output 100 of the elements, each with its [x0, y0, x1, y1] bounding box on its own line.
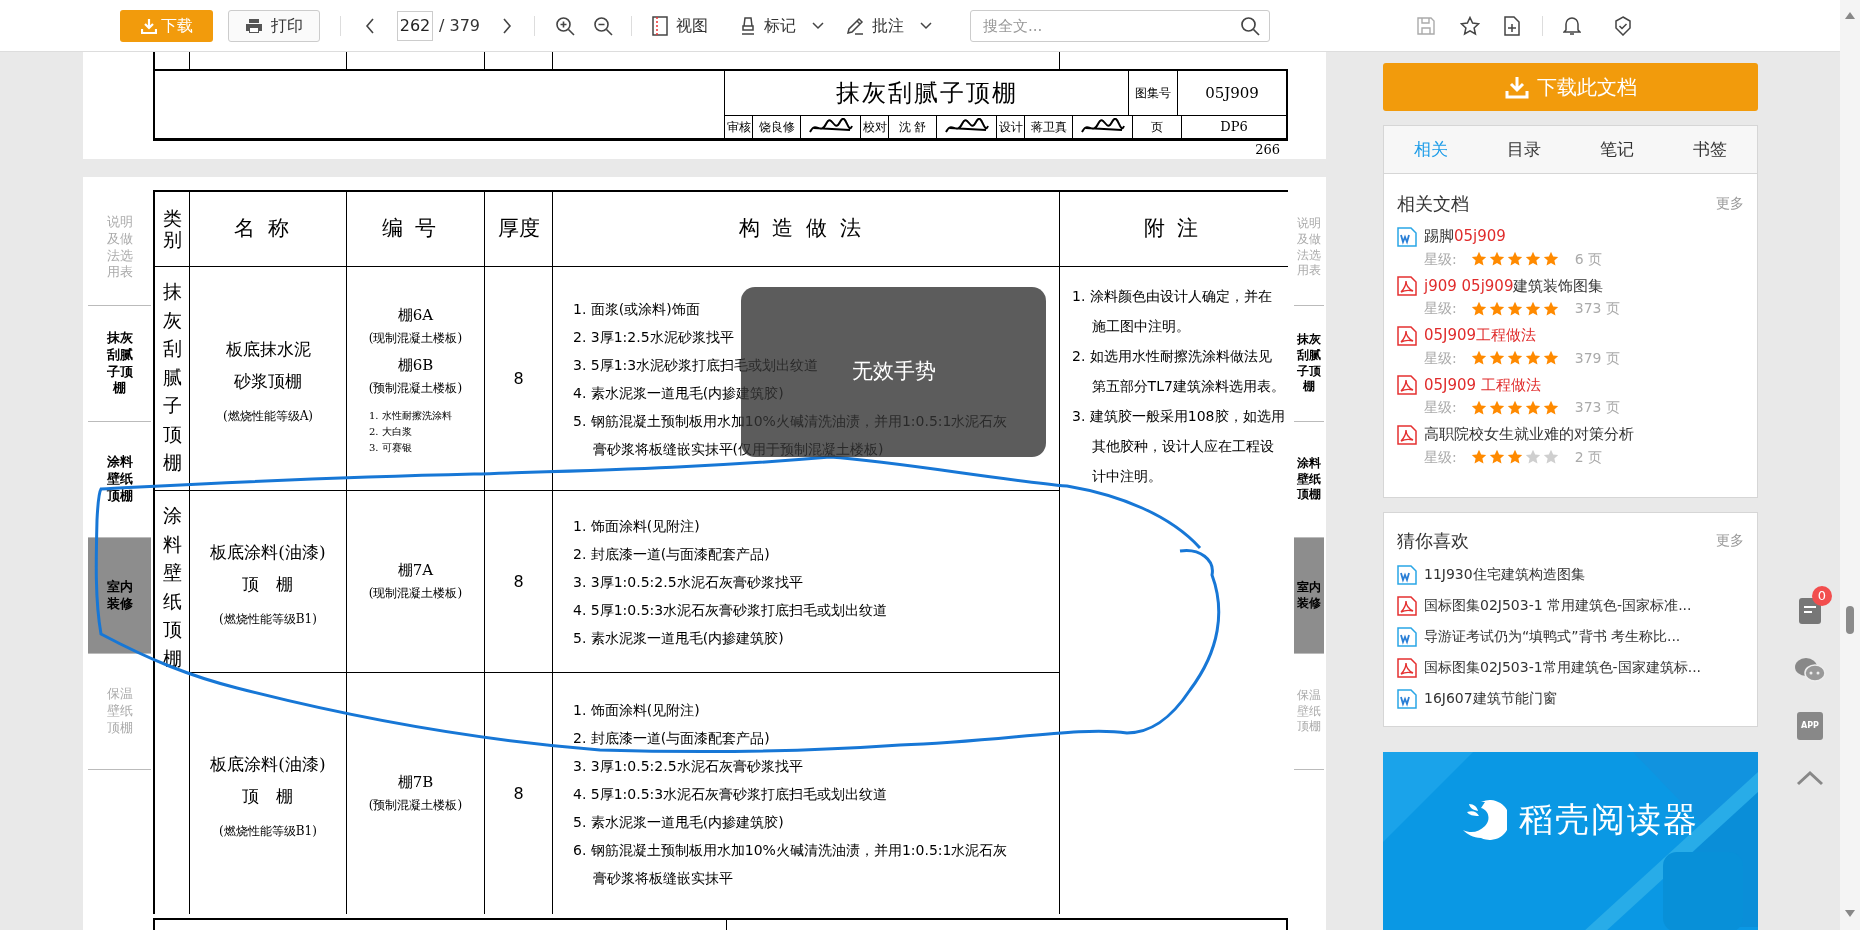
section-tab[interactable]: 室内装修 — [106, 578, 133, 613]
cell-text: 板底涂料(油漆) — [210, 753, 326, 776]
mark-button[interactable]: 标记 — [740, 13, 824, 38]
download-icon — [140, 17, 157, 34]
signer-name: 蒋卫真 — [1025, 116, 1073, 138]
caret-icon — [812, 21, 824, 30]
star-icon — [1542, 399, 1559, 416]
view-button[interactable]: 视图 — [652, 13, 708, 38]
star-icon — [1506, 449, 1523, 466]
thickness-value: 8 — [513, 570, 524, 593]
section-tab[interactable]: 涂料壁纸顶棚 — [1297, 456, 1321, 503]
step-text: 4. 5厚1:0.5:3水泥石灰膏砂浆打底扫毛或划出纹道 — [573, 785, 888, 804]
doc-file-icon — [1397, 688, 1417, 709]
star-icon — [1488, 449, 1505, 466]
scrollbar-thumb[interactable] — [1846, 606, 1854, 634]
star-icon — [1524, 449, 1541, 466]
option-text: 3. 可赛银 — [369, 440, 413, 455]
chevron-left-icon[interactable] — [365, 17, 375, 34]
chevron-up-icon[interactable] — [1796, 770, 1824, 786]
sidebar-tab[interactable]: 笔记 — [1592, 137, 1643, 163]
page-number: 266 — [1255, 141, 1280, 159]
signer-name: 饶良修 — [753, 116, 801, 138]
page-count: 6 页 — [1574, 249, 1603, 269]
star-icon — [1542, 251, 1559, 268]
table-cell-text: 05J909 — [1204, 82, 1260, 104]
star-icon — [1506, 350, 1523, 367]
search-field[interactable]: 搜全文... — [970, 9, 1270, 42]
chat-bubbles-icon[interactable] — [1794, 656, 1826, 684]
fire-rating: (燃烧性能等级A) — [223, 407, 313, 425]
field-label: 设计 — [997, 116, 1025, 138]
notification-badge: 0 — [1812, 586, 1832, 606]
document-link[interactable]: 国标图集02J503-1 常用建筑色-国家标准... — [1424, 595, 1692, 617]
slab-type: (预制混凝土楼板) — [368, 379, 463, 397]
sidebar-tab[interactable]: 书签 — [1685, 137, 1736, 163]
column-header: 厚度 — [497, 215, 540, 243]
highlighter-icon — [740, 15, 756, 36]
section-tab[interactable]: 抹灰刮腻子顶棚 — [1297, 332, 1321, 395]
app-button[interactable]: APP — [1797, 712, 1823, 740]
star-icon — [1470, 399, 1487, 416]
banner-title: 稻壳阅读器 — [1519, 798, 1699, 842]
item-code: 棚6B — [397, 354, 434, 376]
scroll-down-arrow-icon[interactable] — [1845, 910, 1855, 917]
thickness-value: 8 — [513, 783, 524, 805]
option-text: 2. 大白浆 — [369, 424, 413, 439]
section-tab[interactable]: 抹灰刮腻子顶棚 — [106, 329, 133, 398]
category-label: 抹灰刮腻子顶棚 — [162, 279, 182, 475]
document-link[interactable]: j909 05j909建筑装饰图集 — [1424, 274, 1604, 298]
print-button[interactable]: 打印 — [228, 9, 320, 42]
table-cell-text: DP6 — [1219, 118, 1249, 137]
star-icon — [1542, 449, 1559, 466]
add-file-icon[interactable] — [1504, 15, 1520, 36]
page-number-field[interactable]: 262 — [397, 10, 433, 41]
step-text: 2. 3厚1:2.5水泥砂浆找平 — [573, 327, 734, 347]
annotate-button[interactable]: 批注 — [846, 13, 932, 38]
item-code: 棚7A — [397, 559, 434, 581]
zoom-in-icon[interactable] — [555, 15, 575, 36]
pencil-icon — [846, 16, 864, 35]
zoom-out-icon[interactable] — [593, 15, 613, 36]
section-tab[interactable]: 涂料壁纸顶棚 — [106, 454, 133, 505]
rating-label: 星级: — [1424, 348, 1457, 368]
document-link[interactable]: 11J930住宅建筑构造图集 — [1424, 564, 1585, 586]
star-icon — [1524, 300, 1541, 317]
document-link[interactable]: 国标图集02J503-1常用建筑色-国家建筑标... — [1424, 657, 1702, 679]
step-text: 1. 面浆(或涂料)饰面 — [573, 299, 700, 319]
document-link[interactable]: 导游证考试仍为“填鸭式”背书 考生称比... — [1424, 626, 1681, 648]
step-text: 6. 钢筋混凝土预制板用水加10%火碱清洗油渍，并用1:0.5:1水泥石灰膏砂浆将板缝嵌实抹平 — [573, 841, 1009, 888]
document-link[interactable]: 16J607建筑节能门窗 — [1424, 688, 1557, 710]
document-link[interactable]: 高职院校女生就业难的对策分析 — [1424, 423, 1634, 446]
fire-rating: (燃烧性能等级B1) — [219, 610, 317, 628]
pdf-file-icon — [1397, 424, 1417, 445]
document-link[interactable]: 05J909 工程做法 — [1424, 373, 1541, 397]
star-icon — [1470, 300, 1487, 317]
pdf-file-icon — [1397, 375, 1417, 396]
note-text: 1. 涂料颜色由设计人确定，并在施工图中注明。 — [1072, 287, 1273, 336]
page-icon — [652, 15, 668, 36]
cell-text: 板底涂料(油漆) — [210, 540, 326, 564]
star-icon — [1524, 350, 1541, 367]
shield-check-icon[interactable] — [1614, 15, 1632, 36]
column-header: 编号 — [381, 215, 450, 243]
star-icon — [1524, 399, 1541, 416]
star-icon — [1470, 449, 1487, 466]
page-count: 373 页 — [1574, 398, 1620, 418]
page-count: 379 页 — [1574, 348, 1620, 368]
star-icon — [1470, 251, 1487, 268]
scroll-up-arrow-icon[interactable] — [1845, 12, 1855, 19]
pdf-file-icon — [1397, 325, 1417, 346]
search-icon[interactable] — [1240, 15, 1260, 36]
bell-icon[interactable] — [1563, 15, 1581, 36]
sidebar-tab[interactable]: 目录 — [1498, 137, 1549, 163]
chevron-right-icon[interactable] — [502, 17, 512, 34]
star-icon — [1488, 399, 1505, 416]
page-count: 373 页 — [1574, 299, 1620, 319]
document-link[interactable]: 踢脚05j909 — [1424, 225, 1506, 248]
slab-type: (现制混凝土楼板) — [368, 329, 463, 347]
step-text: 3. 3厚1:0.5:2.5水泥石灰膏砂浆找平 — [573, 572, 803, 592]
star-icon — [1470, 350, 1487, 367]
star-icon — [1542, 300, 1559, 317]
document-link[interactable]: 05J909工程做法 — [1424, 324, 1537, 347]
star-icon — [1542, 350, 1559, 367]
star-icon[interactable] — [1460, 15, 1480, 36]
